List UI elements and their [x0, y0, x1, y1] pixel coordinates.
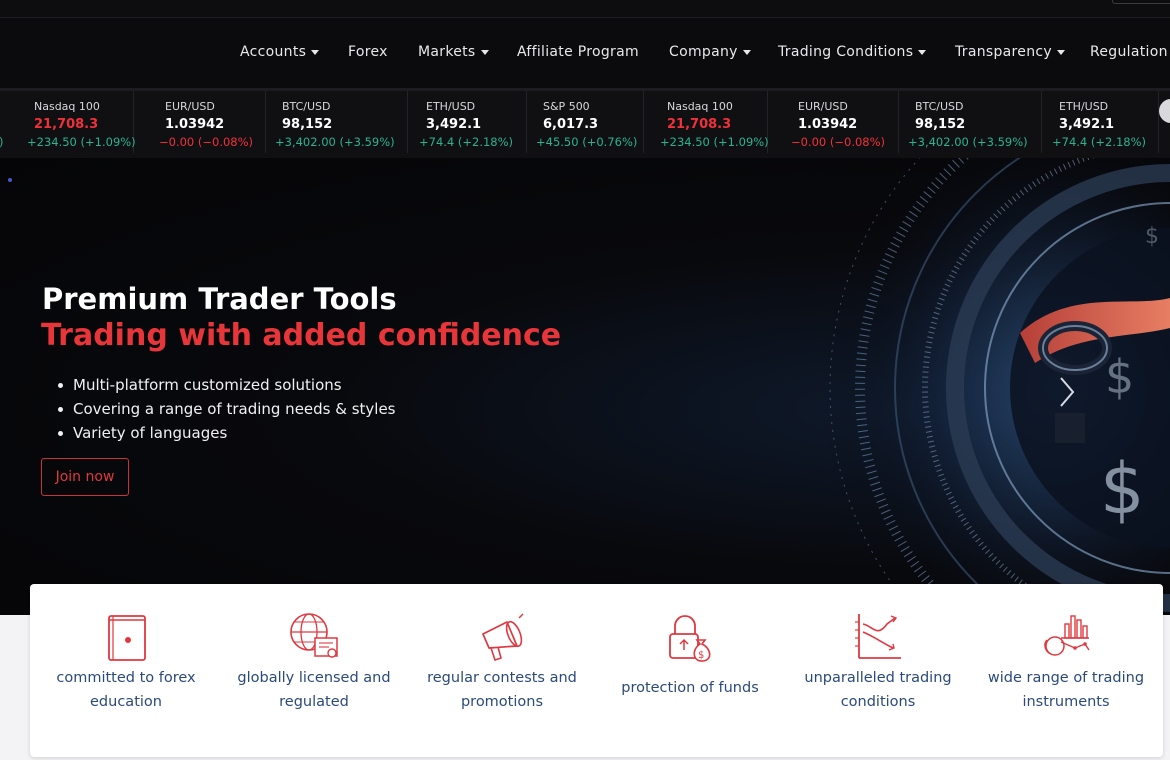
lock-moneybag-icon: $: [669, 615, 711, 662]
ticker-symbol: EUR/USD: [165, 100, 215, 113]
feature-label: committed to forex education: [56, 670, 196, 710]
decorative-dot: [8, 178, 12, 182]
ticker-item[interactable]: EUR/USD 1.03942 −0.00 (−0.08%): [782, 91, 899, 153]
ticker-price: 3,492.1: [426, 117, 482, 132]
ticker-price: 1.03942: [165, 117, 225, 132]
hero-banner: $ $ $ Premium Trader Tools Trading with …: [0, 158, 1170, 615]
hero-dial-illustration: $ $ $: [770, 158, 1170, 615]
ticker-symbol: Nasdaq 100: [34, 100, 100, 113]
top-strip: [0, 0, 1170, 18]
candlestick-hand-icon: [1044, 615, 1090, 656]
caret-down-icon: [918, 50, 927, 55]
chart-arrows-icon: [855, 614, 901, 659]
ticker-price: 3,492.1: [1059, 117, 1115, 132]
ticker-symbol: Nasdaq 100: [667, 100, 733, 113]
ticker-item[interactable]: BTC/USD 98,152 +3,402.00 (+3.59%): [899, 91, 1042, 153]
ticker-change: +234.50 (+1.09%): [660, 135, 769, 149]
feature-label: protection of funds: [621, 680, 759, 696]
feature-item-education: committed to forex education: [32, 584, 220, 757]
ticker-item[interactable]: Nasdaq 100 21,708.3 +234.50 (+1.09%): [17, 91, 136, 153]
svg-text:$: $: [1145, 224, 1159, 249]
nav-item-forex[interactable]: Forex: [348, 42, 388, 62]
nav-item-label: Transparency: [955, 44, 1052, 60]
ticker-item[interactable]: Nasdaq 100 21,708.3 +234.50 (+1.09%): [651, 91, 769, 153]
feature-label: unparalleled trading conditions: [804, 670, 952, 710]
nav-item-trading-conditions[interactable]: Trading Conditions: [778, 42, 927, 62]
hero-bullet-list: Multi-platform customized solutions Cove…: [58, 373, 396, 445]
nav-item-company[interactable]: Company: [669, 42, 751, 62]
caret-down-icon: [742, 50, 751, 55]
nav-item-label: Company: [669, 44, 738, 60]
nav-item-label: Forex: [348, 44, 388, 60]
svg-text:$: $: [1100, 448, 1145, 530]
join-now-button[interactable]: Join now: [41, 458, 129, 496]
ticker-item[interactable]: ETH/USD 3,492.1 +74.4 (+2.18%): [410, 91, 527, 153]
hero-title: Premium Trader Tools: [42, 282, 397, 316]
hero-bullet: Variety of languages: [58, 421, 396, 445]
ticker-change: +234.50 (+1.09%): [27, 135, 136, 149]
nav-item-regulation[interactable]: Regulation: [1090, 42, 1168, 62]
feature-item-protection: $ protection of funds: [596, 584, 784, 757]
feature-item-promotions: regular contests and promotions: [408, 584, 596, 757]
ticker-price: 98,152: [915, 117, 966, 132]
megaphone-icon: [482, 613, 524, 662]
ticker-change: +74.4 (+2.18%): [419, 135, 514, 149]
nav-item-accounts[interactable]: Accounts: [240, 42, 320, 62]
ticker-item[interactable]: S&P 500 6,017.3 +45.50 (+0.76%): [527, 91, 644, 153]
ticker-symbol: ETH/USD: [1059, 100, 1109, 113]
market-ticker: ) Nasdaq 100 21,708.3 +234.50 (+1.09%) E…: [0, 88, 1170, 158]
ticker-symbol: BTC/USD: [915, 100, 964, 113]
caret-down-icon: [311, 50, 320, 55]
ticker-price: 6,017.3: [543, 117, 599, 132]
main-navbar: Accounts Forex Markets Affiliate Program…: [0, 18, 1170, 88]
nav-item-label: Accounts: [240, 44, 307, 60]
ticker-item[interactable]: BTC/USD 98,152 +3,402.00 (+3.59%): [266, 91, 408, 153]
ticker-change: +3,402.00 (+3.59%): [908, 135, 1028, 149]
ticker-price: 21,708.3: [34, 117, 99, 132]
ticker-symbol: S&P 500: [543, 100, 590, 113]
hero-bullet: Covering a range of trading needs & styl…: [58, 397, 396, 421]
ticker-symbol: BTC/USD: [282, 100, 331, 113]
nav-item-label: Trading Conditions: [778, 44, 914, 60]
feature-label: globally licensed and regulated: [237, 670, 391, 710]
ticker-change: −0.00 (−0.08%): [791, 135, 886, 149]
nav-item-label: Markets: [418, 44, 476, 60]
feature-item-regulation: globally licensed and regulated: [220, 584, 408, 757]
features-panel: committed to forex education globally li…: [30, 584, 1163, 757]
svg-text:$: $: [698, 650, 704, 661]
ticker-change: +45.50 (+0.76%): [536, 135, 638, 149]
feature-label: regular contests and promotions: [427, 670, 577, 710]
ticker-cut-change: ): [0, 135, 4, 149]
nav-item-label: Regulation: [1090, 44, 1168, 60]
globe-certificate-icon: [290, 613, 338, 658]
app-root: Accounts Forex Markets Affiliate Program…: [0, 0, 1170, 760]
ticker-overflow-badge[interactable]: [1159, 99, 1170, 123]
hero-subtitle: Trading with added confidence: [41, 318, 562, 353]
ticker-item[interactable]: ETH/USD 3,492.1 +74.4 (+2.18%): [1043, 91, 1159, 153]
caret-down-icon: [1056, 50, 1065, 55]
nav-item-affiliate-program[interactable]: Affiliate Program: [517, 42, 639, 62]
ticker-change: +3,402.00 (+3.59%): [275, 135, 395, 149]
ticker-price: 1.03942: [798, 117, 858, 132]
ticker-symbol: EUR/USD: [798, 100, 848, 113]
caret-down-icon: [480, 50, 489, 55]
top-strip-control[interactable]: [1112, 0, 1170, 4]
nav-item-transparency[interactable]: Transparency: [955, 42, 1065, 62]
ticker-change: −0.00 (−0.08%): [159, 135, 254, 149]
ticker-item[interactable]: EUR/USD 1.03942 −0.00 (−0.08%): [149, 91, 266, 153]
ticker-price: 98,152: [282, 117, 333, 132]
ticker-symbol: ETH/USD: [426, 100, 476, 113]
feature-item-conditions: unparalleled trading conditions: [784, 584, 972, 757]
feature-label: wide range of trading instruments: [987, 670, 1145, 710]
feature-item-instruments: wide range of trading instruments: [972, 584, 1160, 757]
ticker-change: +74.4 (+2.18%): [1052, 135, 1147, 149]
svg-text:$: $: [1105, 350, 1134, 404]
nav-item-markets[interactable]: Markets: [418, 42, 489, 62]
nav-item-label: Affiliate Program: [517, 44, 639, 60]
chevron-right-icon[interactable]: [1054, 372, 1080, 412]
ticker-price: 21,708.3: [667, 117, 732, 132]
hero-bullet: Multi-platform customized solutions: [58, 373, 396, 397]
book-icon: [108, 615, 146, 661]
